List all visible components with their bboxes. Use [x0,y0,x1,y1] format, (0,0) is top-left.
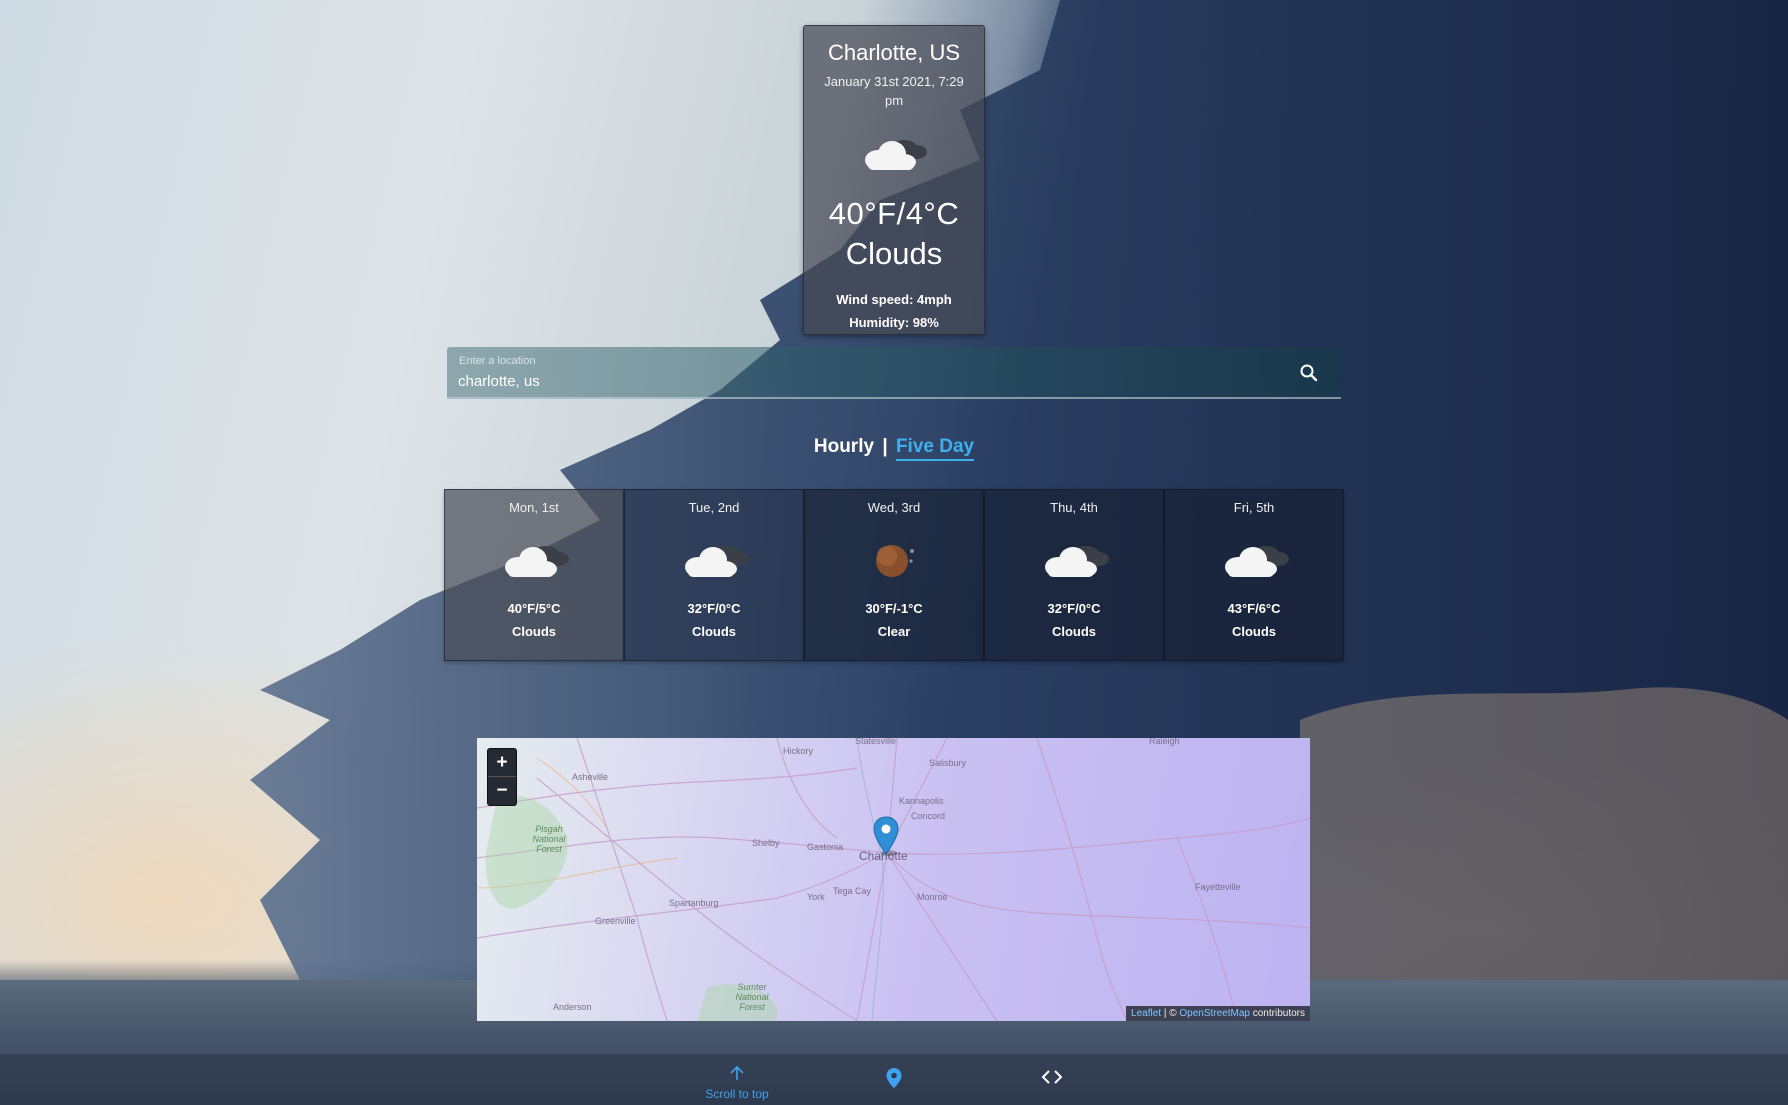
scroll-to-top-label: Scroll to top [705,1087,769,1101]
map-marker-icon[interactable] [873,816,899,856]
current-city: Charlotte, US [827,40,961,65]
map-label-fayetteville: Fayetteville [1195,882,1241,892]
zoom-in-button[interactable]: + [488,749,516,777]
five-day-forecast: Mon, 1st 40°F/5°C Clouds Tue, 2nd 32°F/0… [444,489,1344,661]
attribution-suffix: contributors [1249,1008,1305,1019]
map-label-hickory: Hickory [783,746,814,756]
map-label-pisgah: Pisgah National Forest [532,824,566,854]
map-label-concord: Concord [911,811,946,821]
code-icon[interactable] [1041,1068,1063,1086]
map-label-spartanburg: Spartanburg [669,898,719,908]
forecast-temperature: 40°F/5°C [507,601,561,616]
wind-speed: Wind speed: 4mph [836,292,952,307]
clouds-icon [496,537,572,581]
forecast-temperature: 43°F/6°C [1227,601,1281,616]
map-label-statesville: Statesville [855,738,897,746]
forecast-tabs: Hourly | Five Day [0,436,1788,461]
arrow-up-icon [700,1065,774,1086]
current-weather-card: Charlotte, US January 31st 2021, 7:29 pm… [803,25,985,335]
location-map[interactable]: Raleigh Statesville Hickory Salisbury As… [477,738,1310,1021]
map-label-greenville: Greenville [595,916,636,926]
forecast-temperature: 30°F/-1°C [865,601,923,616]
location-input[interactable] [458,370,1278,392]
clouds-icon [1216,537,1292,581]
map-label-sumter: Sumter National Forest [735,982,769,1012]
leaflet-link[interactable]: Leaflet [1131,1008,1161,1019]
current-date: January 31st 2021, 7:29 pm [824,74,964,108]
zoom-out-button[interactable]: − [488,777,516,805]
map-label-gastonia: Gastonia [807,842,844,852]
forecast-day-card: Mon, 1st 40°F/5°C Clouds [444,489,624,661]
forecast-day-card: Wed, 3rd 30°F/-1°C Clear [804,489,984,661]
map-zoom-control: + − [487,748,517,806]
current-description: Clouds [845,236,943,271]
clouds-icon [856,132,932,174]
forecast-day-card: Thu, 4th 32°F/0°C Clouds [984,489,1164,661]
search-label: Enter a location [459,355,536,367]
search-icon[interactable] [1297,361,1321,385]
map-label-raleigh: Raleigh [1149,738,1180,746]
openstreetmap-link[interactable]: OpenStreetMap [1179,1008,1250,1019]
tab-hourly[interactable]: Hourly [814,436,874,457]
forecast-temperature: 32°F/0°C [1047,601,1101,616]
forecast-day-card: Tue, 2nd 32°F/0°C Clouds [624,489,804,661]
forecast-day-name: Wed, 3rd [867,500,921,515]
map-label-york: York [807,892,825,902]
attribution-separator: | © [1161,1008,1180,1019]
current-temperature: 40°F/4°C [828,196,960,231]
map-label-anderson: Anderson [553,1002,592,1012]
scroll-to-top-button[interactable]: Scroll to top [700,1065,774,1101]
clear-night-icon [856,537,932,581]
map-label-asheville: Asheville [572,772,609,782]
clouds-icon [1036,537,1112,581]
forecast-day-name: Thu, 4th [1050,500,1098,515]
tab-separator: | [882,436,888,457]
forecast-description: Clear [877,624,911,639]
forecast-description: Clouds [691,624,737,639]
map-attribution: Leaflet | © OpenStreetMap contributors [1126,1006,1310,1021]
forecast-description: Clouds [511,624,557,639]
forecast-temperature: 32°F/0°C [687,601,741,616]
map-label-monroe: Monroe [917,892,948,902]
clouds-icon [676,537,752,581]
forecast-day-name: Fri, 5th [1233,500,1275,515]
map-label-salisbury: Salisbury [929,758,967,768]
humidity: Humidity: 98% [849,315,939,330]
forecast-day-name: Mon, 1st [509,500,559,515]
map-label-shelby: Shelby [752,838,780,848]
footer-bar: Scroll to top [0,1054,1788,1105]
map-label-tega-cay: Tega Cay [833,886,872,896]
tab-five-day[interactable]: Five Day [895,436,975,461]
forecast-description: Clouds [1051,624,1097,639]
forecast-description: Clouds [1231,624,1277,639]
forecast-day-name: Tue, 2nd [688,500,740,515]
map-pin-icon[interactable] [884,1067,904,1089]
location-search-bar: Enter a location [447,347,1341,399]
forecast-day-card: Fri, 5th 43°F/6°C Clouds [1164,489,1344,661]
map-label-kannapolis: Kannapolis [899,796,944,806]
